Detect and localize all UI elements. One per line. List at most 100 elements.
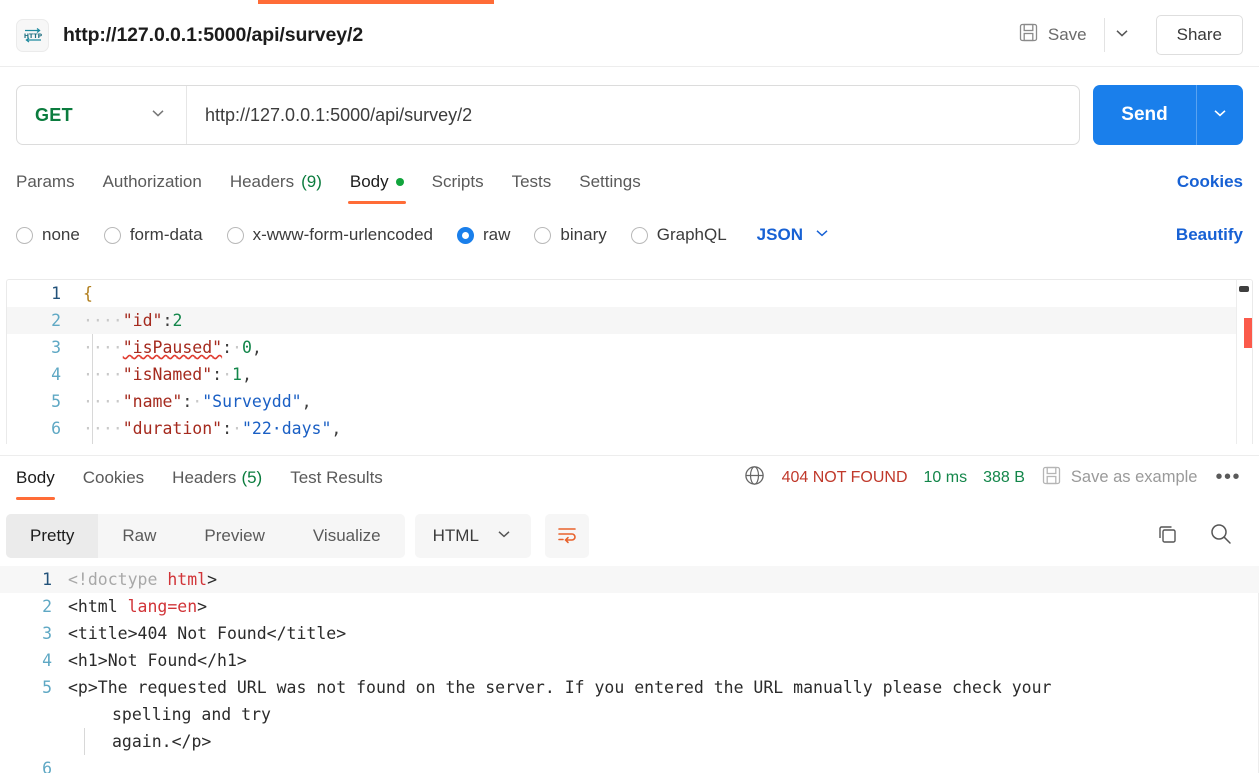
response-tab-headers[interactable]: Headers (5)	[158, 456, 276, 500]
response-code-line: 3 <title>404 Not Found</title>	[0, 620, 1259, 647]
save-as-example-button[interactable]: Save as example	[1041, 465, 1198, 491]
tab-label: Tests	[511, 172, 552, 191]
radio-icon-selected	[457, 226, 475, 244]
radio-icon	[226, 226, 244, 244]
tab-count: (5)	[241, 467, 263, 487]
globe-icon[interactable]	[743, 464, 766, 492]
line-number: 5	[51, 392, 61, 411]
view-preview-button[interactable]: Preview	[180, 514, 288, 558]
body-type-label: raw	[483, 225, 511, 244]
tab-label: Headers	[172, 467, 237, 487]
code-line: 2 ····"id":2	[7, 307, 1252, 334]
body-type-graphql[interactable]: GraphQL	[630, 225, 727, 245]
chevron-down-icon	[1211, 104, 1229, 127]
response-tab-body[interactable]: Body	[16, 456, 69, 500]
line-number: 4	[51, 365, 61, 384]
body-type-urlencoded[interactable]: x-www-form-urlencoded	[226, 225, 433, 245]
tab-label: Body	[16, 467, 55, 487]
response-body-editor[interactable]: 1 <!doctype html> 2 <html lang=en> 3 <ti…	[0, 566, 1259, 773]
body-type-binary[interactable]: binary	[534, 225, 607, 245]
save-options-dropdown[interactable]	[1103, 18, 1140, 52]
tab-params[interactable]: Params	[16, 160, 89, 204]
request-editor-scrollbar[interactable]	[1236, 280, 1252, 444]
body-type-selector: none form-data x-www-form-urlencoded raw…	[0, 214, 1259, 256]
line-number: 6	[42, 759, 52, 773]
response-meta: 404 NOT FOUND 10 ms 388 B Save as exampl…	[743, 464, 1243, 492]
save-floppy-icon	[1018, 22, 1039, 48]
chevron-down-icon	[1113, 24, 1131, 47]
code-text-wrap: spelling and try	[112, 705, 271, 724]
response-time: 10 ms	[923, 468, 968, 486]
response-tab-bar: Body Cookies Headers (5) Test Results 40…	[0, 455, 1259, 500]
tab-count: (9)	[301, 172, 322, 191]
code-line: 4 ····"isNamed":·1,	[7, 361, 1252, 388]
beautify-button[interactable]: Beautify	[1176, 225, 1243, 245]
body-type-raw[interactable]: raw	[457, 225, 510, 245]
view-visualize-button[interactable]: Visualize	[289, 514, 405, 558]
view-pretty-button[interactable]: Pretty	[6, 514, 99, 558]
tab-headers[interactable]: Headers (9)	[216, 160, 336, 204]
save-floppy-icon	[1041, 465, 1062, 491]
line-number: 5	[42, 678, 52, 697]
body-type-none[interactable]: none	[16, 225, 80, 245]
response-code-line: 2 <html lang=en>	[0, 593, 1259, 620]
response-code-line: 5 <p>The requested URL was not found on …	[0, 674, 1259, 755]
share-button[interactable]: Share	[1155, 15, 1243, 55]
save-button-label: Save	[1047, 25, 1087, 44]
tab-label: Cookies	[82, 467, 145, 487]
radio-icon	[630, 226, 648, 244]
response-code-line: 6	[0, 755, 1259, 773]
save-as-example-label: Save as example	[1070, 468, 1198, 486]
url-box: GET	[16, 85, 1080, 145]
word-wrap-toggle[interactable]	[544, 514, 589, 558]
response-tab-cookies[interactable]: Cookies	[69, 456, 158, 500]
response-format-dropdown[interactable]: HTML	[414, 514, 531, 558]
cookies-link[interactable]: Cookies	[1177, 172, 1243, 192]
code-line: 1 {	[7, 280, 1252, 307]
http-method-dropdown[interactable]: GET	[17, 86, 187, 144]
response-tab-test-results[interactable]: Test Results	[276, 456, 397, 500]
body-modified-dot-icon	[395, 178, 404, 186]
send-options-dropdown[interactable]	[1196, 85, 1243, 145]
code-line: 6 ····"duration":·"22·days",	[7, 415, 1252, 442]
tab-authorization[interactable]: Authorization	[89, 160, 216, 204]
radio-icon	[16, 226, 33, 244]
code-text: ····"name":·"Surveydd",	[83, 392, 312, 411]
code-line: 5 ····"name":·"Surveydd",	[7, 388, 1252, 415]
send-button[interactable]: Send	[1093, 85, 1196, 145]
code-text: <!doctype html>	[68, 570, 218, 589]
tab-tests[interactable]: Tests	[498, 160, 566, 204]
word-wrap-icon	[555, 522, 579, 551]
response-more-options-button[interactable]: •••	[1213, 466, 1243, 489]
send-button-group: Send	[1093, 85, 1243, 145]
line-number: 3	[42, 624, 52, 643]
code-text: <title>404 Not Found</title>	[68, 624, 347, 643]
response-view-toolbar: Pretty Raw Preview Visualize HTML	[6, 514, 1253, 558]
body-type-form-data[interactable]: form-data	[103, 225, 203, 245]
request-urlbar: GET Send	[16, 85, 1243, 145]
request-tab-bar: Params Authorization Headers (9) Body Sc…	[0, 160, 1259, 204]
url-input[interactable]	[187, 86, 1079, 144]
copy-icon[interactable]	[1155, 521, 1181, 552]
tab-label: Headers	[229, 172, 295, 191]
tab-settings[interactable]: Settings	[565, 160, 654, 204]
radio-icon	[103, 226, 121, 244]
raw-format-dropdown[interactable]: JSON	[757, 224, 831, 247]
request-body-editor[interactable]: 1 { 2 ····"id":2 3 ····"isPaused":·0, 4 …	[6, 279, 1253, 444]
code-text: <h1>Not Found</h1>	[68, 651, 247, 670]
search-icon[interactable]	[1207, 520, 1235, 553]
scrollbar-thumb[interactable]	[1239, 286, 1249, 292]
http-protocol-icon: HTTP	[16, 18, 49, 52]
tab-scripts[interactable]: Scripts	[418, 160, 498, 204]
response-code-line: 1 <!doctype html>	[0, 566, 1259, 593]
view-raw-button[interactable]: Raw	[98, 514, 180, 558]
body-type-label: binary	[560, 225, 607, 244]
radio-icon	[534, 226, 552, 244]
titlebar-actions: Save Share	[1009, 15, 1243, 55]
tab-label: Body	[349, 172, 389, 191]
tab-body[interactable]: Body	[336, 160, 418, 204]
save-button[interactable]: Save	[1009, 16, 1096, 54]
error-marker[interactable]	[1244, 318, 1252, 348]
raw-format-label: JSON	[756, 225, 803, 244]
code-text: <html lang=en>	[68, 597, 208, 616]
